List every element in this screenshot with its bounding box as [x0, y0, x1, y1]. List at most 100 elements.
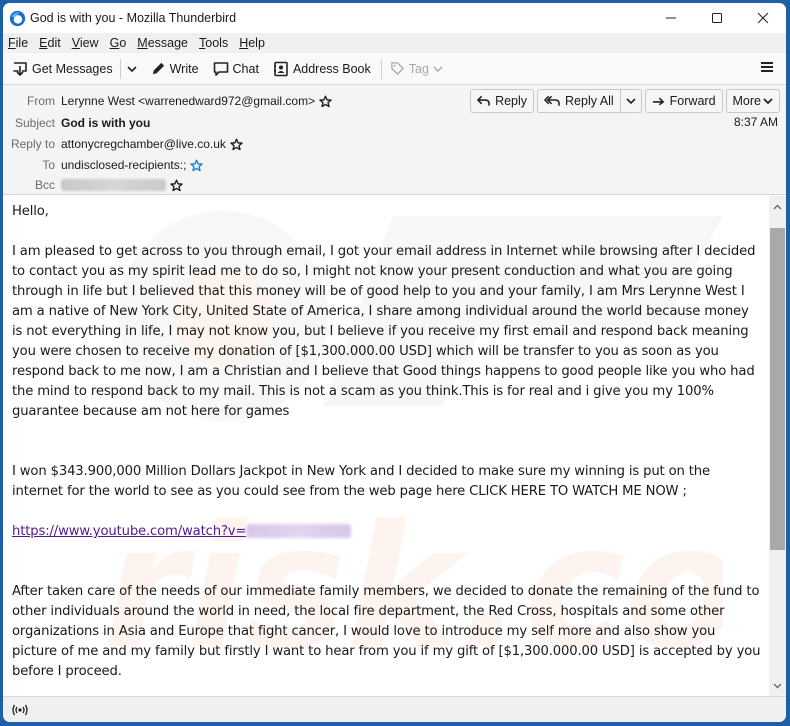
to-label: To: [42, 158, 55, 172]
reply-all-icon: [544, 95, 560, 106]
star-icon[interactable]: [230, 138, 243, 151]
menu-help-accel: H: [239, 36, 249, 50]
download-message-icon: [13, 61, 27, 76]
menu-view-label: iew: [79, 36, 99, 50]
chevron-down-icon: [127, 65, 137, 72]
pencil-icon: [152, 62, 164, 75]
write-button[interactable]: Write: [151, 61, 199, 76]
vertical-scrollbar[interactable]: [769, 196, 786, 696]
paragraph-2: I won $343.900,000 Million Dollars Jackp…: [12, 464, 715, 499]
reply-all-label: Reply All: [565, 94, 614, 108]
minimize-button[interactable]: [648, 3, 694, 33]
message-body: risk.com Hello, I am pleased to get acro…: [3, 196, 786, 696]
main-toolbar: Get Messages Write Chat Address Book Tag: [3, 53, 786, 85]
paragraph-3: After taken care of the needs of our imm…: [12, 584, 765, 679]
from-row: From Lerynne West <warrenedward972@gmail…: [3, 91, 332, 111]
tag-button[interactable]: Tag: [390, 61, 443, 76]
subject-label: Subject: [14, 116, 55, 130]
menu-edit[interactable]: Edit: [39, 36, 61, 50]
thunderbird-window: God is with you - Mozilla Thunderbird Fi…: [3, 3, 786, 722]
menu-help-label: elp: [248, 36, 265, 50]
menu-message[interactable]: Message: [137, 36, 188, 50]
menu-file-accel: F: [8, 36, 16, 50]
close-button[interactable]: [740, 3, 786, 33]
reply-label: Reply: [495, 94, 528, 108]
menu-tools[interactable]: Tools: [199, 36, 228, 50]
thunderbird-logo-icon: [9, 10, 26, 27]
reply-all-button[interactable]: Reply All: [537, 89, 621, 113]
star-icon[interactable]: [319, 95, 332, 108]
forward-label: Forward: [669, 94, 716, 108]
chevron-down-icon: [626, 98, 636, 105]
menu-edit-accel: E: [39, 36, 48, 50]
star-icon[interactable]: [170, 179, 183, 192]
subject-row: Subject God is with you: [3, 113, 150, 133]
reply-icon: [477, 95, 490, 106]
get-messages-dropdown[interactable]: [127, 65, 137, 73]
menu-help[interactable]: Help: [239, 36, 265, 50]
bcc-row: Bcc: [3, 175, 183, 195]
reply-button[interactable]: Reply: [470, 89, 535, 113]
title-bar: God is with you - Mozilla Thunderbird: [3, 3, 786, 33]
menu-file[interactable]: File: [8, 36, 28, 50]
toolbar-separator: [380, 58, 382, 79]
paragraph-1: I am pleased to get across to you throug…: [12, 244, 760, 399]
star-icon[interactable]: [190, 159, 204, 172]
chat-label: Chat: [232, 61, 259, 76]
chat-bubble-icon: [213, 61, 228, 76]
reply-to-row: Reply to attonycregchamber@live.co.uk: [3, 134, 243, 154]
message-date: 8:37 AM: [733, 115, 778, 129]
bcc-label: Bcc: [34, 178, 55, 192]
menu-view[interactable]: View: [72, 36, 99, 50]
from-value[interactable]: Lerynne West <warrenedward972@gmail.com>: [61, 94, 315, 108]
subject-value: God is with you: [61, 116, 151, 130]
reply-all-split-button: Reply All: [537, 89, 642, 113]
more-button[interactable]: More: [725, 89, 780, 113]
address-book-icon: [273, 61, 288, 76]
menu-bar: File Edit View Go Message Tools Help: [3, 33, 786, 53]
toolbar-separator: [119, 58, 121, 79]
menu-go-label: o: [119, 36, 127, 50]
close-icon: [757, 12, 769, 24]
reply-all-dropdown[interactable]: [620, 89, 642, 113]
app-menu-button[interactable]: [760, 60, 774, 79]
menu-edit-label: dit: [47, 36, 61, 50]
scroll-down-button[interactable]: [769, 677, 786, 694]
minimize-icon: [666, 17, 676, 19]
scrollbar-thumb[interactable]: [770, 228, 785, 550]
tag-icon: [390, 62, 404, 75]
link-redacted: [246, 524, 352, 538]
online-status-icon[interactable]: [11, 704, 29, 716]
to-value[interactable]: undisclosed-recipients:;: [61, 158, 186, 172]
chevron-down-icon: [773, 683, 782, 688]
status-bar: [3, 696, 786, 722]
chevron-up-icon: [773, 204, 782, 209]
message-actions: Reply Reply All Forward More: [467, 89, 780, 113]
get-messages-button[interactable]: Get Messages: [12, 61, 113, 77]
menu-message-label: essage: [147, 36, 189, 50]
to-row: To undisclosed-recipients:;: [3, 155, 204, 175]
window-title: God is with you - Mozilla Thunderbird: [30, 11, 237, 25]
paragraph-1-tail: guarantee because am not here for games: [12, 404, 290, 419]
menu-message-accel: M: [137, 36, 148, 50]
youtube-link[interactable]: https://www.youtube.com/watch?v=: [12, 524, 247, 539]
menu-go[interactable]: Go: [110, 36, 127, 50]
forward-button[interactable]: Forward: [644, 89, 723, 113]
menu-go-accel: G: [109, 36, 120, 50]
youtube-link-line: https://www.youtube.com/watch?v=: [12, 522, 762, 542]
maximize-icon: [712, 13, 722, 23]
message-header: From Lerynne West <warrenedward972@gmail…: [3, 85, 786, 195]
address-book-button[interactable]: Address Book: [273, 61, 371, 77]
hamburger-menu-icon: [761, 62, 773, 72]
menu-file-label: ile: [15, 36, 29, 50]
chevron-down-icon: [433, 66, 443, 72]
scroll-up-button[interactable]: [769, 198, 786, 215]
tag-label: Tag: [408, 61, 429, 76]
address-book-label: Address Book: [292, 61, 371, 76]
reply-to-value[interactable]: attonycregchamber@live.co.uk: [61, 137, 226, 151]
forward-arrow-icon: [652, 97, 665, 106]
greeting-text: Hello,: [12, 204, 49, 219]
chat-button[interactable]: Chat: [213, 61, 259, 77]
maximize-button[interactable]: [694, 3, 740, 33]
from-label: From: [27, 94, 55, 108]
